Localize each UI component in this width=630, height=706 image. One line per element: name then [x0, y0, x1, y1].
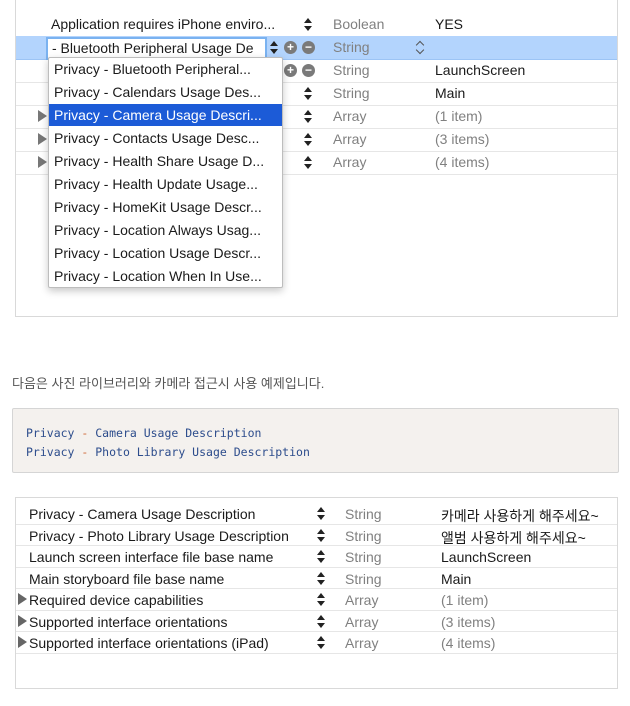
plist-row[interactable]: Supported interface orientations Array (… — [16, 611, 617, 632]
remove-row-icon[interactable]: − — [302, 64, 315, 77]
dropdown-item[interactable]: Privacy - Health Update Usage... — [49, 173, 282, 195]
row-key: Supported interface orientations — [29, 613, 228, 630]
key-edit-text: - Bluetooth Peripheral Usage De — [52, 40, 254, 56]
code-keyword: Photo Library Usage Description — [95, 445, 310, 459]
row-key: Main storyboard file base name — [29, 570, 225, 587]
row-value[interactable]: LaunchScreen — [441, 549, 531, 565]
key-stepper-icon[interactable] — [317, 506, 325, 522]
row-type: Boolean — [333, 16, 385, 32]
code-keyword: Privacy — [26, 445, 75, 459]
row-type: Array — [333, 131, 367, 147]
dropdown-item[interactable]: Privacy - HomeKit Usage Descr... — [49, 196, 282, 218]
row-value[interactable]: Main — [435, 85, 465, 101]
row-value[interactable]: LaunchScreen — [435, 62, 525, 78]
dropdown-item[interactable]: Privacy - Calendars Usage Des... — [49, 81, 282, 103]
dropdown-item[interactable]: Privacy - Location When In Use... — [49, 265, 282, 287]
disclosure-triangle-icon[interactable] — [18, 593, 27, 605]
row-key: Required device capabilities — [29, 592, 204, 608]
dropdown-item[interactable]: Privacy - Health Share Usage D... — [49, 150, 282, 172]
dropdown-item[interactable]: Privacy - Location Always Usag... — [49, 219, 282, 241]
row-value[interactable]: 앨범 사용하게 해주세요~ — [441, 528, 586, 548]
row-key: Launch screen interface file base name — [29, 549, 274, 565]
plist-row[interactable]: Privacy - Camera Usage Description Strin… — [16, 503, 617, 525]
code-keyword: Camera Usage Description — [95, 426, 262, 440]
plist-row[interactable]: Privacy - Photo Library Usage Descriptio… — [16, 525, 617, 548]
code-separator: - — [74, 426, 96, 440]
disclosure-triangle-icon[interactable] — [38, 110, 47, 122]
row-key: Privacy - Photo Library Usage Descriptio… — [29, 527, 289, 544]
key-stepper-icon[interactable] — [304, 132, 312, 148]
key-stepper-icon[interactable] — [304, 109, 312, 125]
row-key: Supported interface orientations (iPad) — [29, 635, 269, 651]
key-stepper-icon[interactable] — [304, 17, 312, 33]
disclosure-triangle-icon[interactable] — [18, 636, 27, 648]
row-type: String — [345, 570, 382, 587]
row-value[interactable]: 카메라 사용하게 해주세요~ — [441, 506, 599, 526]
code-line: Privacy - Camera Usage Description — [26, 426, 261, 440]
dropdown-item[interactable]: Privacy - Location Usage Descr... — [49, 242, 282, 264]
disclosure-triangle-icon[interactable] — [38, 133, 47, 145]
code-separator: - — [74, 445, 96, 459]
plist-row[interactable]: Application requires iPhone enviro... Bo… — [16, 13, 617, 37]
key-suggestion-dropdown[interactable]: Privacy - Bluetooth Peripheral... Privac… — [48, 57, 283, 288]
dropdown-item[interactable]: Privacy - Contacts Usage Desc... — [49, 127, 282, 149]
key-stepper-icon[interactable] — [317, 528, 325, 544]
row-value: (1 item) — [435, 108, 483, 124]
plist-row[interactable]: Launch screen interface file base name S… — [16, 546, 617, 568]
row-value[interactable]: Main — [441, 571, 471, 587]
key-stepper-icon[interactable] — [317, 614, 325, 630]
key-stepper-icon[interactable] — [317, 592, 325, 608]
row-value: (4 items) — [441, 635, 496, 651]
plist-row[interactable]: Main storyboard file base name String Ma… — [16, 568, 617, 589]
row-type: String — [345, 527, 382, 544]
code-block: Privacy - Camera Usage Description Priva… — [12, 408, 619, 473]
dropdown-item-highlighted[interactable]: Privacy - Camera Usage Descri... — [49, 104, 282, 126]
caption-text: 다음은 사진 라이브러리와 카메라 접근시 사용 예제입니다. — [12, 376, 325, 391]
plist-row[interactable]: Supported interface orientations (iPad) … — [16, 632, 617, 654]
row-type: String — [345, 549, 382, 565]
row-type: Array — [345, 613, 379, 630]
plist-editor-bottom: Privacy - Camera Usage Description Strin… — [15, 497, 618, 689]
key-stepper-icon[interactable] — [304, 86, 312, 102]
row-type: String — [333, 85, 370, 101]
key-stepper-icon[interactable] — [317, 549, 325, 565]
type-popup-chevron-icon[interactable] — [416, 40, 425, 55]
row-type: String — [333, 62, 370, 78]
add-row-icon[interactable]: + — [284, 41, 297, 54]
dropdown-item[interactable]: Privacy - Bluetooth Peripheral... — [49, 58, 282, 80]
remove-row-icon[interactable]: − — [302, 41, 315, 54]
key-stepper-icon[interactable] — [317, 635, 325, 651]
code-keyword: Privacy — [26, 426, 75, 440]
key-stepper-icon[interactable] — [317, 571, 325, 587]
key-stepper-icon[interactable] — [304, 155, 312, 171]
plist-row[interactable]: Required device capabilities Array (1 it… — [16, 589, 617, 611]
key-stepper-icon[interactable] — [270, 40, 278, 56]
row-key: Privacy - Camera Usage Description — [29, 506, 256, 522]
row-type: Array — [333, 154, 367, 170]
row-value: (1 item) — [441, 592, 489, 608]
row-type: String — [333, 39, 370, 55]
row-value: (4 items) — [435, 154, 490, 170]
add-row-icon[interactable]: + — [284, 64, 297, 77]
disclosure-triangle-icon[interactable] — [18, 614, 27, 627]
row-type: Array — [345, 635, 379, 651]
row-value[interactable]: YES — [435, 16, 463, 32]
row-type: String — [345, 506, 382, 522]
row-key: Application requires iPhone enviro... — [51, 16, 276, 32]
code-line: Privacy - Photo Library Usage Descriptio… — [26, 445, 310, 459]
row-value: (3 items) — [435, 131, 490, 147]
row-type: Array — [333, 108, 367, 124]
row-type: Array — [345, 592, 379, 608]
disclosure-triangle-icon[interactable] — [38, 156, 47, 168]
row-value: (3 items) — [441, 613, 496, 630]
